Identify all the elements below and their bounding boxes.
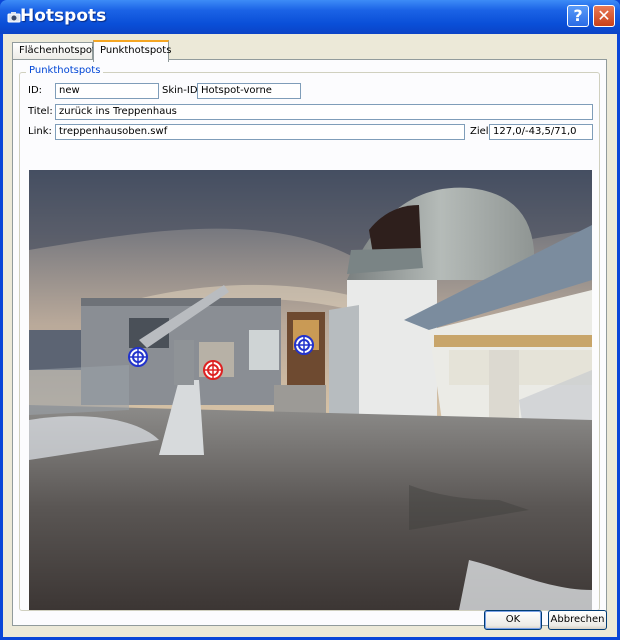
close-icon: ✕: [597, 6, 611, 25]
skin-id-field[interactable]: Hotspot-vorne: [197, 83, 301, 99]
help-icon: ?: [573, 6, 583, 25]
id-label: ID:: [28, 85, 43, 96]
link-label: Link:: [28, 126, 52, 137]
tab-flaechenhotspots[interactable]: Flächenhotspots: [12, 42, 101, 60]
window-title: Hotspots: [20, 6, 107, 26]
tab-punkthotspots[interactable]: Punkthotspots: [93, 40, 171, 62]
panorama-image: [29, 170, 592, 610]
hotspot-marker-red[interactable]: [202, 359, 224, 381]
title-label: Titel:: [28, 106, 53, 117]
target-field[interactable]: 127,0/-43,5/71,0: [489, 124, 593, 140]
tab-panel: Punkthotspots ID: new Skin-ID: Hotspot-v…: [12, 59, 607, 626]
panorama-preview[interactable]: [29, 170, 592, 610]
title-field[interactable]: zurück ins Treppenhaus: [55, 104, 593, 120]
id-field[interactable]: new: [55, 83, 159, 99]
link-field[interactable]: treppenhausoben.swf: [55, 124, 465, 140]
group-legend: Punkthotspots: [26, 65, 104, 76]
ok-button[interactable]: OK: [484, 610, 542, 630]
hotspot-marker-blue-2[interactable]: [293, 334, 315, 356]
skin-id-label: Skin-ID:: [162, 85, 201, 96]
hotspots-dialog: Hotspots ? ✕ Flächenhotspots Punkthotspo…: [0, 0, 620, 640]
cancel-button[interactable]: Abbrechen: [548, 610, 607, 630]
hotspot-marker-blue-1[interactable]: [127, 346, 149, 368]
help-button[interactable]: ?: [567, 5, 589, 27]
close-button[interactable]: ✕: [593, 5, 615, 27]
dialog-body: Flächenhotspots Punkthotspots Punkthotsp…: [3, 34, 617, 637]
title-bar[interactable]: Hotspots ? ✕: [0, 0, 620, 34]
camera-app-icon: [7, 12, 21, 23]
